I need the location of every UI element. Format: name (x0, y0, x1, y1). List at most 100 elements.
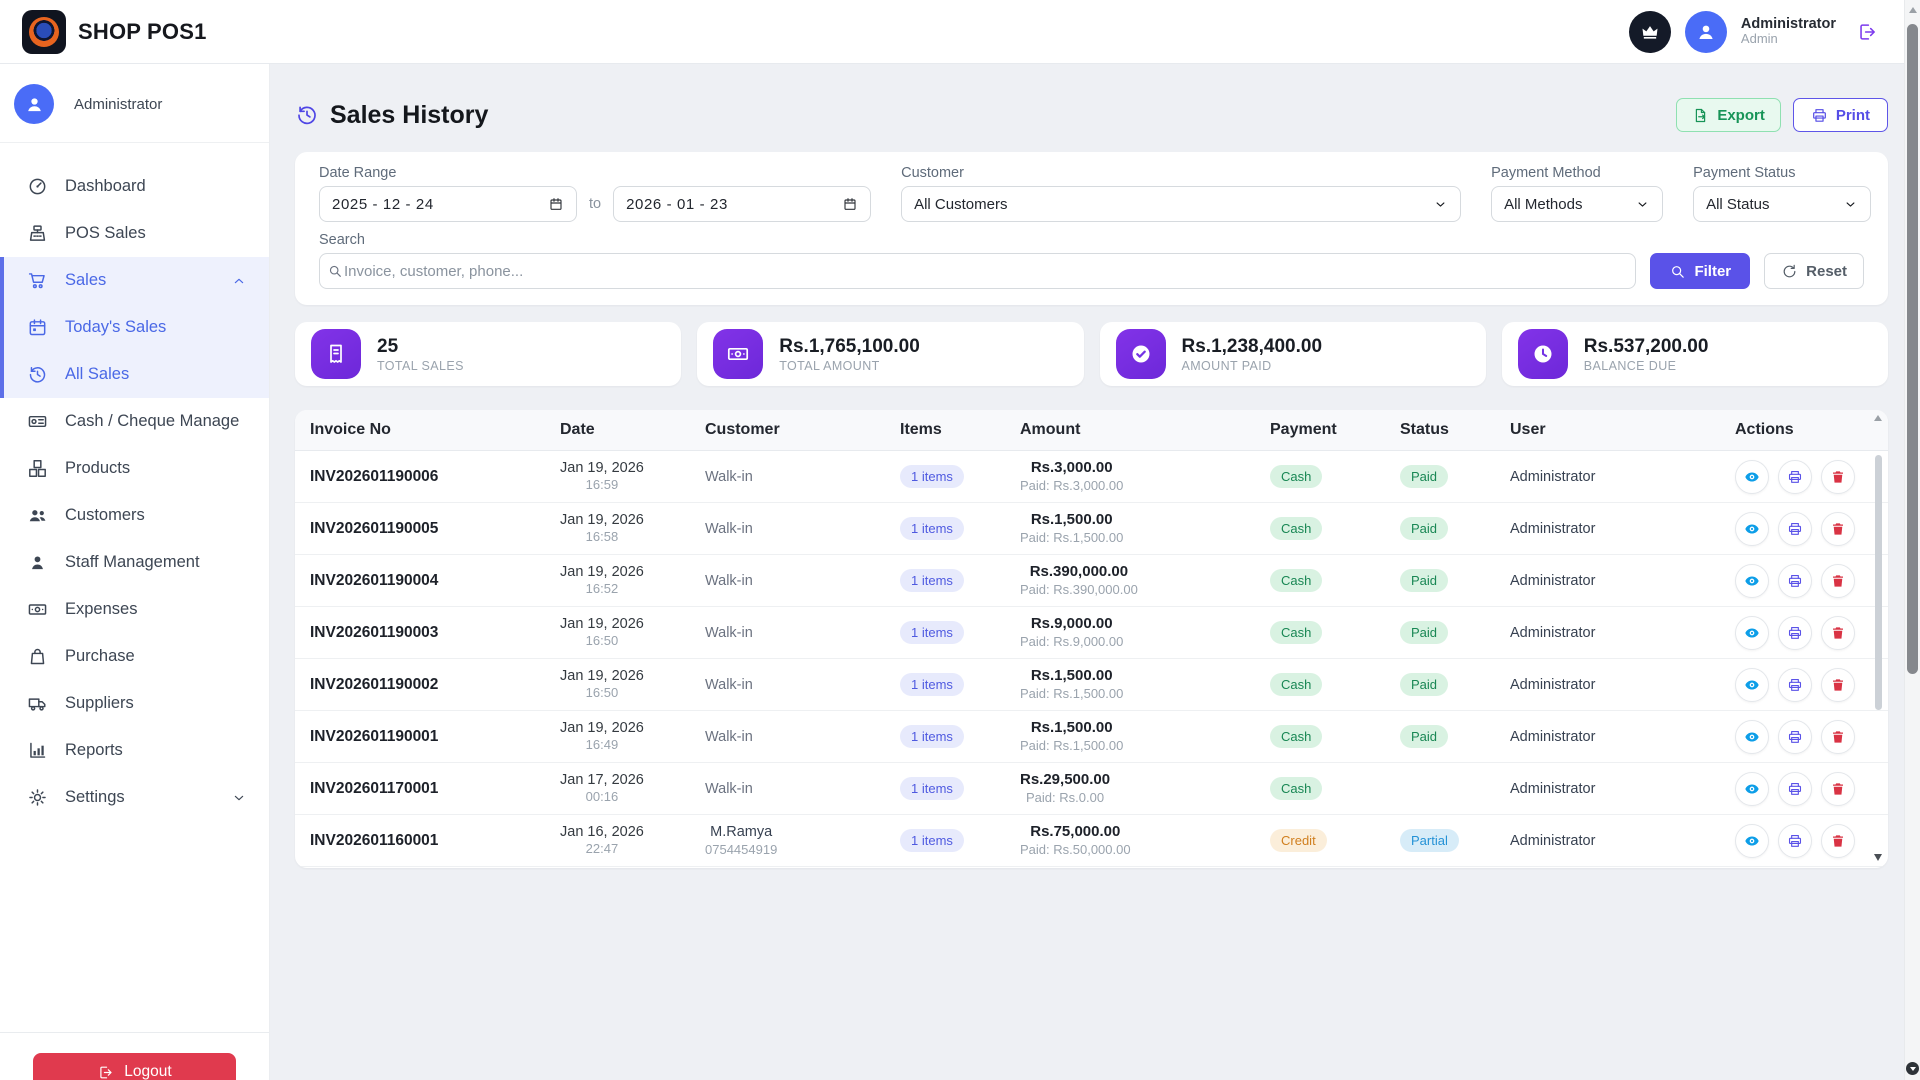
print-row-button[interactable] (1778, 824, 1812, 858)
delete-button[interactable] (1821, 460, 1855, 494)
printer-icon (1787, 521, 1803, 537)
file-export-icon (1692, 107, 1709, 124)
view-button[interactable] (1735, 772, 1769, 806)
eye-icon (1744, 833, 1760, 849)
sidebar-item[interactable]: Purchase (0, 633, 269, 680)
date-from-input[interactable]: 2025 - 12 - 24 (319, 186, 577, 222)
delete-button[interactable] (1821, 824, 1855, 858)
filter-button[interactable]: Filter (1650, 253, 1750, 289)
history-icon (295, 103, 319, 127)
items-badge: 1 items (900, 725, 964, 748)
history-icon (27, 364, 48, 385)
summary-value: Rs.1,765,100.00 (779, 335, 920, 360)
table-row[interactable]: INV202601190004 Jan 19, 202616:52 Walk-i… (295, 555, 1888, 607)
table-row[interactable]: INV202601170001 Jan 17, 202600:16 Walk-i… (295, 763, 1888, 815)
print-row-button[interactable] (1778, 564, 1812, 598)
eye-icon (1744, 625, 1760, 641)
sidebar-item[interactable]: Products (0, 445, 269, 492)
delete-button[interactable] (1821, 668, 1855, 702)
table-row[interactable]: INV202601190003 Jan 19, 202616:50 Walk-i… (295, 607, 1888, 659)
column-header: Payment (1270, 421, 1400, 439)
pos-icon (27, 223, 48, 244)
date-to-input[interactable]: 2026 - 01 - 23 (613, 186, 871, 222)
sidebar-item[interactable]: Cash / Cheque Manage (0, 398, 269, 445)
amount-cell: Rs.29,500.00Paid: Rs.0.00 (1020, 771, 1110, 805)
print-row-button[interactable] (1778, 460, 1812, 494)
sign-out-button[interactable] (1856, 21, 1878, 43)
sidebar-item[interactable]: POS Sales (0, 210, 269, 257)
scroll-up-icon[interactable] (1909, 7, 1917, 13)
users-icon (27, 505, 48, 526)
sidebar-item[interactable]: Expenses (0, 586, 269, 633)
table-row[interactable]: INV202601190001 Jan 19, 202616:49 Walk-i… (295, 711, 1888, 763)
page-scrollbar[interactable] (1904, 0, 1920, 1080)
view-button[interactable] (1735, 720, 1769, 754)
sidebar-item[interactable]: Sales (0, 257, 269, 304)
crown-button[interactable] (1629, 11, 1671, 53)
view-button[interactable] (1735, 512, 1769, 546)
table-scrollbar[interactable] (1874, 413, 1883, 863)
delete-button[interactable] (1821, 512, 1855, 546)
paid-amount: Paid: Rs.1,500.00 (1020, 530, 1123, 545)
delete-button[interactable] (1821, 616, 1855, 650)
delete-button[interactable] (1821, 564, 1855, 598)
payment-badge: Cash (1270, 621, 1322, 644)
table-scroll-thumb[interactable] (1875, 455, 1882, 710)
column-header: Amount (1020, 421, 1270, 439)
reset-button[interactable]: Reset (1764, 253, 1864, 289)
clock-icon (1518, 329, 1568, 379)
view-button[interactable] (1735, 668, 1769, 702)
sidebar-item[interactable]: Suppliers (0, 680, 269, 727)
view-button[interactable] (1735, 564, 1769, 598)
sidebar-item[interactable]: Customers (0, 492, 269, 539)
table-row[interactable]: INV202601190005 Jan 19, 202616:58 Walk-i… (295, 503, 1888, 555)
sidebar-item-label: Today's Sales (65, 318, 166, 337)
user-avatar[interactable] (1685, 11, 1727, 53)
truck-icon (27, 693, 48, 714)
print-button[interactable]: Print (1793, 98, 1888, 132)
view-button[interactable] (1735, 824, 1769, 858)
sidebar-item-label: Cash / Cheque Manage (65, 412, 239, 431)
sidebar-item-label: Purchase (65, 647, 135, 666)
customer-select[interactable]: All Customers (901, 186, 1461, 222)
print-row-button[interactable] (1778, 720, 1812, 754)
print-row-button[interactable] (1778, 772, 1812, 806)
view-button[interactable] (1735, 616, 1769, 650)
logout-button[interactable]: Logout (33, 1053, 236, 1080)
export-button[interactable]: Export (1676, 98, 1781, 132)
chevron-down-icon (1843, 197, 1858, 212)
delete-button[interactable] (1821, 720, 1855, 754)
printer-icon (1787, 573, 1803, 589)
trash-icon (1830, 781, 1846, 797)
sidebar-item[interactable]: Today's Sales (0, 304, 269, 351)
table-row[interactable]: INV202601190002 Jan 19, 202616:50 Walk-i… (295, 659, 1888, 711)
payment-status-select[interactable]: All Status (1693, 186, 1871, 222)
delete-button[interactable] (1821, 772, 1855, 806)
sidebar-item[interactable]: Staff Management (0, 539, 269, 586)
sidebar-item[interactable]: Reports (0, 727, 269, 774)
table-row[interactable]: INV202601190006 Jan 19, 202616:59 Walk-i… (295, 451, 1888, 503)
view-button[interactable] (1735, 460, 1769, 494)
print-row-button[interactable] (1778, 616, 1812, 650)
filter-label: Filter (1694, 263, 1731, 280)
table-row[interactable]: INV202601160001 Jan 16, 202622:47 M.Ramy… (295, 815, 1888, 867)
money-icon (27, 599, 48, 620)
summary-value: Rs.1,238,400.00 (1182, 335, 1323, 360)
scroll-down-icon[interactable] (1906, 1062, 1919, 1075)
payment-method-select[interactable]: All Methods (1491, 186, 1663, 222)
column-header: Date (560, 421, 705, 439)
sidebar-item[interactable]: Settings (0, 774, 269, 821)
print-row-button[interactable] (1778, 512, 1812, 546)
scroll-up-icon[interactable] (1874, 415, 1882, 421)
scroll-down-icon[interactable] (1874, 854, 1882, 861)
print-row-button[interactable] (1778, 668, 1812, 702)
print-label: Print (1836, 107, 1870, 124)
sidebar-avatar (14, 84, 54, 124)
search-input[interactable] (319, 253, 1636, 289)
page-scroll-thumb[interactable] (1907, 24, 1918, 674)
sidebar-item[interactable]: Dashboard (0, 163, 269, 210)
sidebar-item-label: Reports (65, 741, 123, 760)
summary-label: AMOUNT PAID (1182, 359, 1323, 373)
top-header: SHOP POS1 Administrator Admin (0, 0, 1920, 64)
sidebar-item[interactable]: All Sales (0, 351, 269, 398)
